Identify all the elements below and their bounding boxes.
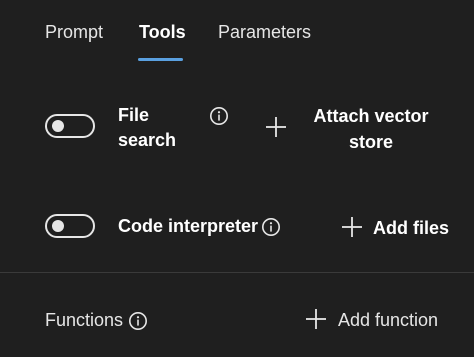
attach-vector-store-line1: Attach vector: [313, 106, 429, 126]
attach-vector-store-line2: store: [348, 132, 393, 152]
attach-vector-store-button[interactable]: Attach vector store: [308, 103, 434, 155]
code-interpreter-toggle[interactable]: [45, 214, 95, 238]
plus-icon[interactable]: [341, 216, 363, 238]
tab-prompt[interactable]: Prompt: [45, 22, 103, 43]
add-function-label[interactable]: Add function: [338, 307, 438, 333]
plus-icon[interactable]: [305, 308, 327, 330]
info-icon[interactable]: [128, 311, 148, 331]
toggle-knob: [52, 120, 64, 132]
file-search-label-line2: search: [118, 130, 177, 150]
tab-tools[interactable]: Tools: [139, 22, 186, 43]
add-files-label[interactable]: Add files: [373, 215, 449, 241]
file-search-toggle[interactable]: [45, 114, 95, 138]
active-tab-indicator: [138, 58, 183, 61]
plus-icon[interactable]: [265, 116, 287, 138]
file-search-label-line1: File: [118, 105, 150, 125]
tab-bar: Prompt Tools Parameters: [0, 0, 474, 70]
info-icon[interactable]: [261, 217, 281, 237]
info-icon[interactable]: [209, 106, 229, 126]
section-divider: [0, 272, 474, 273]
tab-parameters[interactable]: Parameters: [218, 22, 311, 43]
toggle-knob: [52, 220, 64, 232]
functions-label: Functions: [45, 310, 124, 330]
code-interpreter-label: Code interpreter: [118, 216, 259, 236]
file-search-label: File search: [118, 103, 176, 153]
